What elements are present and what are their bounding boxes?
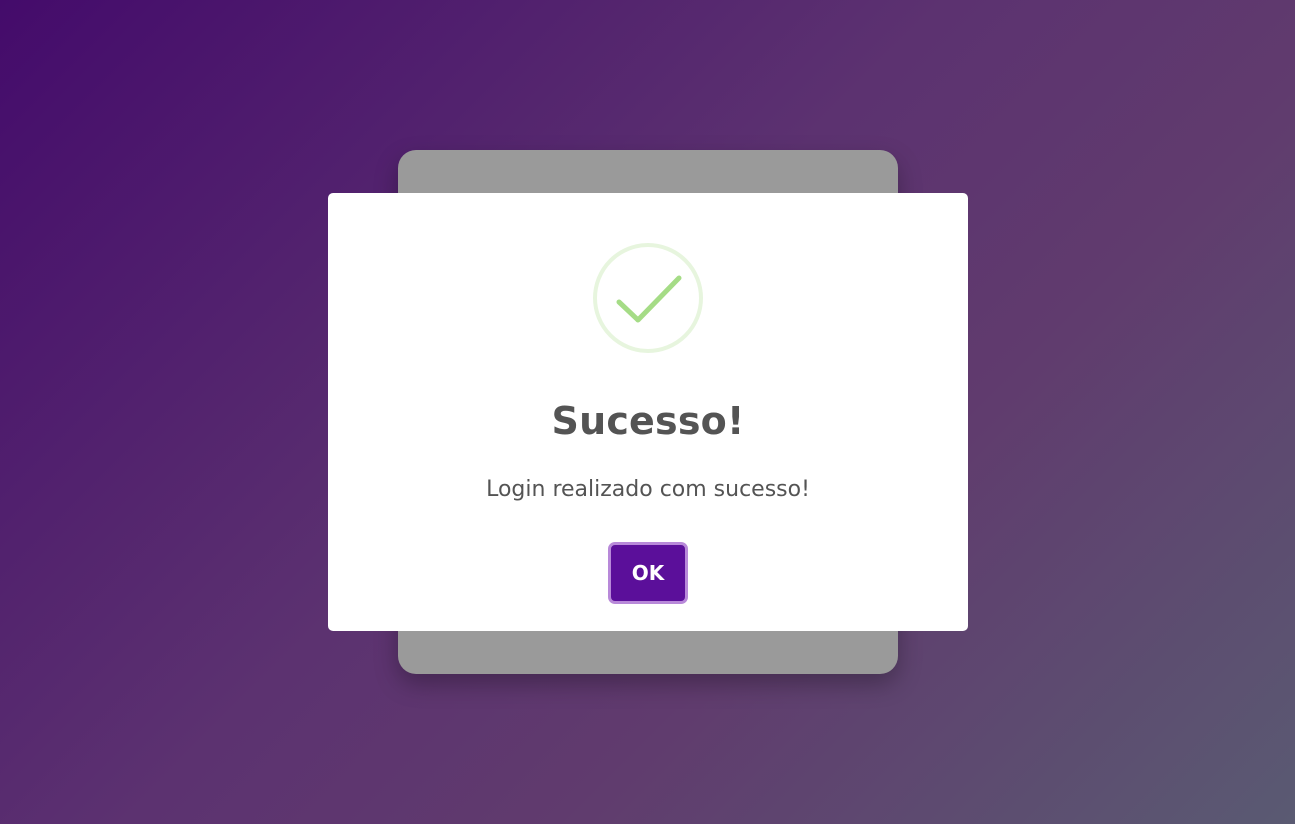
dialog-title: Sucesso!	[551, 399, 745, 443]
check-circle-icon	[593, 243, 703, 353]
ok-button[interactable]: OK	[608, 542, 688, 604]
success-dialog: Sucesso! Login realizado com sucesso! OK	[328, 193, 968, 631]
dialog-message: Login realizado com sucesso!	[486, 477, 810, 502]
